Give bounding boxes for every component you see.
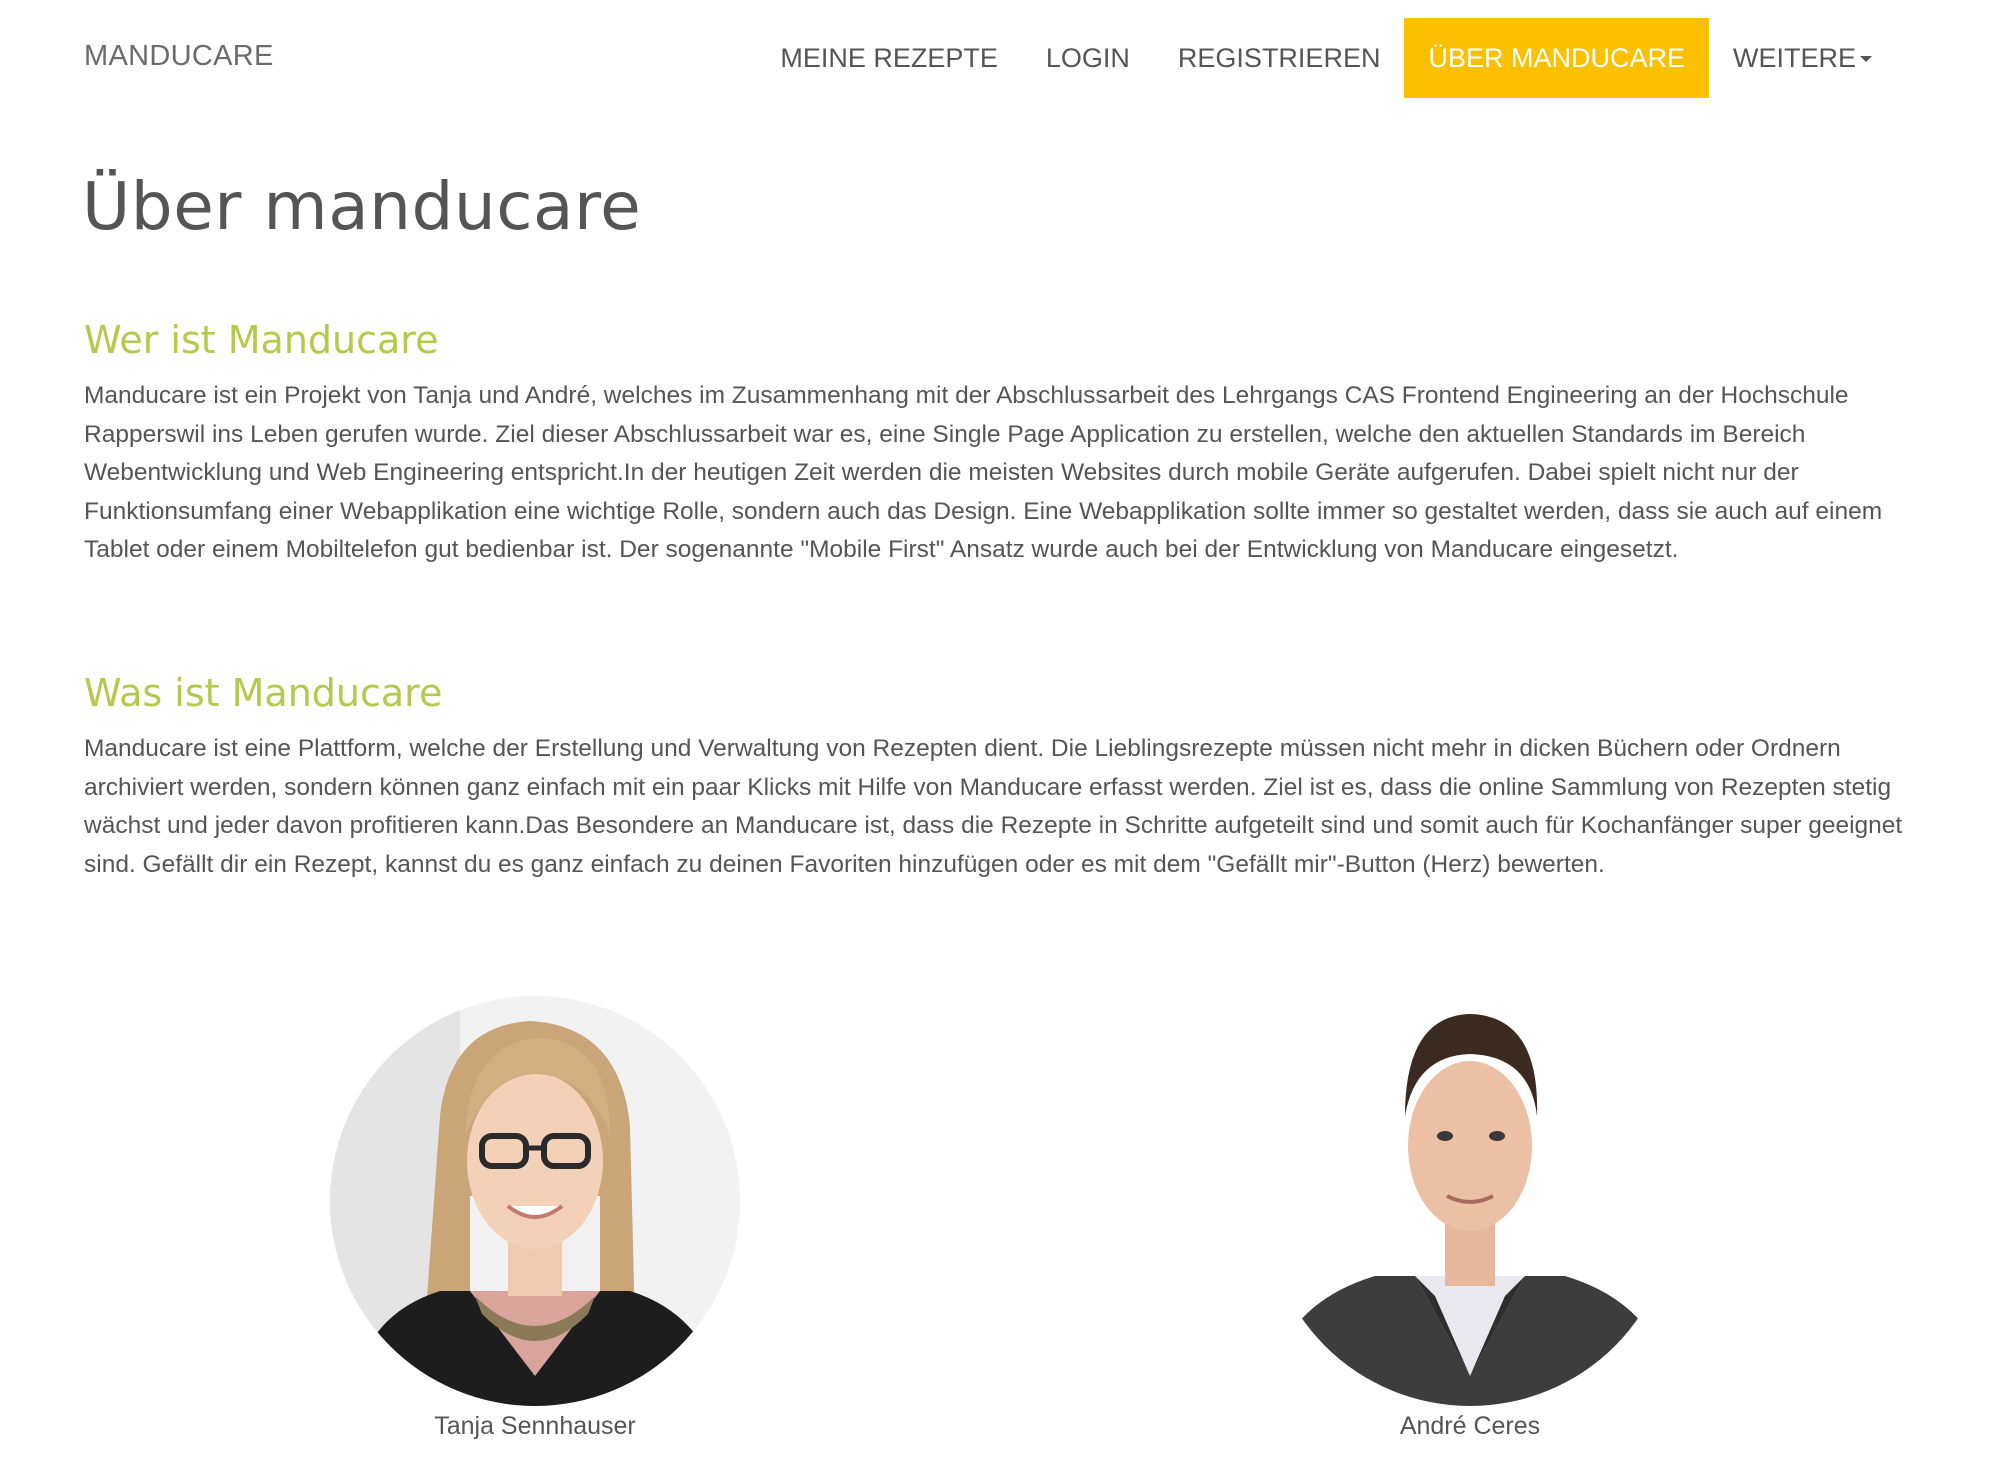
brand-link[interactable]: MANDUCARE bbox=[84, 40, 274, 73]
team-member-card: André Ceres bbox=[1260, 996, 1680, 1441]
team-member-name: Tanja Sennhauser bbox=[434, 1412, 636, 1440]
portrait-image bbox=[330, 996, 740, 1406]
avatar-tanja-sennhauser bbox=[330, 996, 740, 1406]
team-member-name: André Ceres bbox=[1399, 1412, 1541, 1440]
main-nav: MEINE REZEPTE LOGIN REGISTRIEREN ÜBER MA… bbox=[756, 18, 1896, 98]
caret-down-icon bbox=[1860, 56, 1872, 62]
nav-item-login[interactable]: LOGIN bbox=[1022, 18, 1154, 98]
section-text-was: Manducare ist eine Plattform, welche der… bbox=[84, 735, 1903, 878]
nav-item-weitere-dropdown[interactable]: WEITERE bbox=[1709, 18, 1896, 98]
team-member-card: Tanja Sennhauser bbox=[325, 996, 745, 1441]
section-heading-was: Was ist Manducare bbox=[84, 671, 443, 715]
nav-item-ueber-manducare[interactable]: ÜBER MANDUCARE bbox=[1404, 18, 1709, 98]
section-text-wer: Manducare ist ein Projekt von Tanja und … bbox=[84, 382, 1883, 563]
avatar-andre-ceres bbox=[1265, 996, 1675, 1406]
page-title: Über manducare bbox=[82, 168, 642, 245]
portrait-image bbox=[1265, 996, 1675, 1406]
section-heading-wer: Wer ist Manducare bbox=[84, 318, 439, 362]
nav-item-meine-rezepte[interactable]: MEINE REZEPTE bbox=[756, 18, 1022, 98]
navbar: MANDUCARE MEINE REZEPTE LOGIN REGISTRIER… bbox=[0, 0, 1996, 100]
nav-item-weitere-label: WEITERE bbox=[1732, 42, 1856, 73]
nav-item-registrieren[interactable]: REGISTRIEREN bbox=[1154, 18, 1405, 98]
